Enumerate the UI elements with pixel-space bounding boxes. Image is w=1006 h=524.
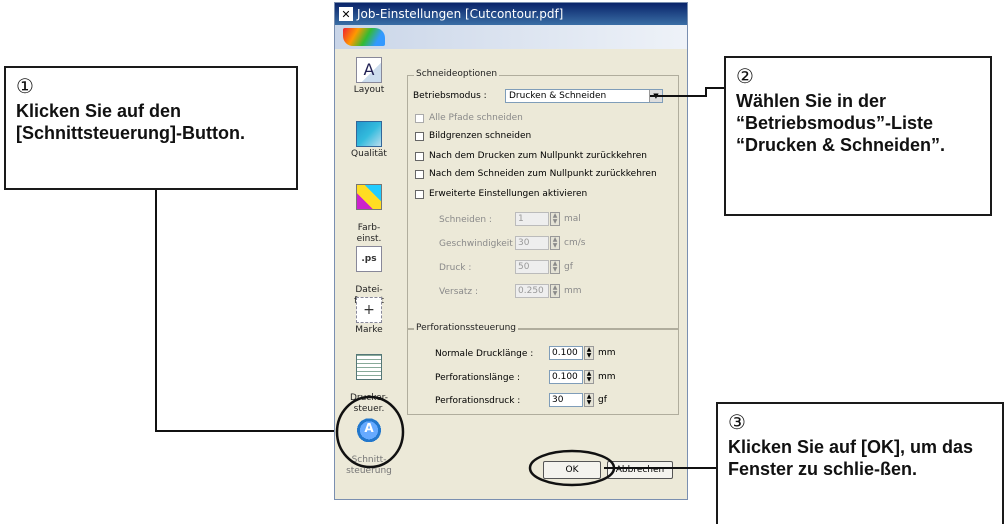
- unit-label: gf: [564, 262, 573, 272]
- stepper-value[interactable]: 0.250: [515, 284, 549, 298]
- sidebar: A Layout Qualität Farb- einst. .ps Datei…: [335, 49, 401, 499]
- checkbox[interactable]: [415, 189, 424, 199]
- job-settings-window: ✕ Job-Einstellungen [Cutcontour.pdf] A L…: [334, 2, 688, 500]
- checkbox-label: Erweiterte Einstellungen aktivieren: [429, 189, 588, 199]
- unit-label: gf: [598, 395, 607, 405]
- checkbox[interactable]: [415, 113, 424, 123]
- printer-control-icon: [356, 354, 382, 380]
- sidebar-item-label: Marke: [355, 325, 383, 335]
- stepper-arrows-icon[interactable]: ▲ ▼: [584, 370, 594, 384]
- callout-1-number: ①: [16, 76, 34, 98]
- stepper-arrows-icon[interactable]: ▲ ▼: [550, 212, 560, 226]
- sidebar-item-label: Layout: [353, 85, 385, 95]
- checkbox-row[interactable]: Nach dem Schneiden zum Nullpunkt zurückk…: [415, 169, 657, 179]
- checkbox[interactable]: [415, 169, 424, 179]
- callout-1: ① Klicken Sie auf den [Schnittsteuerung]…: [4, 66, 298, 190]
- callout-2: ② Wählen Sie in der “Betriebsmodus”-List…: [724, 56, 992, 216]
- stepper-value[interactable]: 1: [515, 212, 549, 226]
- cut-options-title: Schneideoptionen: [414, 69, 500, 79]
- stepper-arrows-icon[interactable]: ▲ ▼: [550, 260, 560, 274]
- stepper-arrows-icon[interactable]: ▲ ▼: [584, 393, 594, 407]
- callout-3: ③ Klicken Sie auf [OK], um das Fenster z…: [716, 402, 1004, 524]
- pressure-stepper[interactable]: 50 ▲ ▼ gf: [515, 260, 573, 274]
- field-label: Druck :: [439, 263, 472, 273]
- checkbox-label: Bildgrenzen schneiden: [429, 131, 532, 141]
- checkbox-row[interactable]: Alle Pfade schneiden: [415, 113, 523, 123]
- field-label: Perforationsdruck :: [435, 396, 521, 406]
- stepper-value[interactable]: 0.100: [549, 346, 583, 360]
- field-label: Schneiden :: [439, 215, 492, 225]
- field-label: Normale Drucklänge :: [435, 349, 534, 359]
- banner: [335, 25, 687, 49]
- unit-label: mm: [598, 348, 616, 358]
- callout-2-number: ②: [736, 66, 754, 88]
- ok-button[interactable]: OK: [543, 461, 601, 479]
- speed-stepper[interactable]: 30 ▲ ▼ cm/s: [515, 236, 585, 250]
- callout-1-connector: [155, 190, 334, 432]
- layout-icon: A: [356, 57, 382, 83]
- sidebar-item-marke[interactable]: + Marke: [341, 297, 397, 336]
- offset-stepper[interactable]: 0.250 ▲ ▼ mm: [515, 284, 582, 298]
- callout-3-number: ③: [728, 412, 746, 434]
- cancel-button[interactable]: Abbrechen: [607, 461, 673, 479]
- cut-count-stepper[interactable]: 1 ▲ ▼ mal: [515, 212, 581, 226]
- mode-select[interactable]: Drucken & Schneiden ▼: [505, 89, 663, 103]
- sidebar-item-qualitaet[interactable]: Qualität: [341, 121, 397, 160]
- stepper-arrows-icon[interactable]: ▲ ▼: [584, 346, 594, 360]
- field-label: Geschwindigkeit :: [439, 239, 519, 249]
- chevron-down-icon[interactable]: ▼: [649, 90, 662, 102]
- checkbox[interactable]: [415, 151, 424, 161]
- checkbox-row[interactable]: Erweiterte Einstellungen aktivieren: [415, 189, 587, 199]
- stepper-arrows-icon[interactable]: ▲ ▼: [550, 236, 560, 250]
- checkbox-label: Alle Pfade schneiden: [429, 113, 523, 123]
- unit-label: mal: [564, 214, 581, 224]
- perforation-length-stepper[interactable]: 0.100 ▲ ▼ mm: [549, 370, 616, 384]
- sidebar-item-label: Qualität: [351, 149, 387, 159]
- callout-3-text: Klicken Sie auf [OK], um das Fenster zu …: [728, 437, 974, 479]
- mode-select-value: Drucken & Schneiden: [509, 91, 607, 101]
- color-settings-icon: [356, 184, 382, 210]
- field-label: Versatz :: [439, 287, 479, 297]
- cut-control-icon: A: [356, 416, 382, 442]
- unit-label: mm: [564, 286, 582, 296]
- mode-label: Betriebsmodus :: [413, 91, 487, 101]
- stepper-value[interactable]: 0.100: [549, 370, 583, 384]
- sidebar-item-label: Schnitt- steuerung: [346, 455, 392, 476]
- mark-icon: +: [356, 297, 382, 323]
- print-length-stepper[interactable]: 0.100 ▲ ▼ mm: [549, 346, 616, 360]
- unit-label: mm: [598, 372, 616, 382]
- stepper-value[interactable]: 50: [515, 260, 549, 274]
- perforation-title: Perforationssteuerung: [414, 323, 518, 333]
- stepper-value[interactable]: 30: [515, 236, 549, 250]
- quality-icon: [356, 121, 382, 147]
- callout-2-text: Wählen Sie in der “Betriebsmodus”-Liste …: [736, 91, 946, 155]
- callout-1-text: Klicken Sie auf den [Schnittsteuerung]-B…: [16, 101, 245, 143]
- brand-logo: [343, 28, 385, 46]
- sidebar-item-schnittsteuerung[interactable]: A Schnitt- steuerung: [341, 405, 397, 477]
- app-icon: ✕: [339, 7, 353, 21]
- stepper-value[interactable]: 30: [549, 393, 583, 407]
- window-title: Job-Einstellungen [Cutcontour.pdf]: [357, 7, 564, 21]
- title-bar[interactable]: ✕ Job-Einstellungen [Cutcontour.pdf]: [335, 3, 687, 25]
- checkbox-label: Nach dem Drucken zum Nullpunkt zurückkeh…: [429, 151, 647, 161]
- file-format-icon: .ps: [356, 246, 382, 272]
- stepper-arrows-icon[interactable]: ▲ ▼: [550, 284, 560, 298]
- checkbox-row[interactable]: Nach dem Drucken zum Nullpunkt zurückkeh…: [415, 151, 647, 161]
- checkbox-row[interactable]: Bildgrenzen schneiden: [415, 131, 531, 141]
- perforation-pressure-stepper[interactable]: 30 ▲ ▼ gf: [549, 393, 607, 407]
- sidebar-item-layout[interactable]: A Layout: [341, 57, 397, 96]
- checkbox-label: Nach dem Schneiden zum Nullpunkt zurückk…: [429, 169, 657, 179]
- checkbox[interactable]: [415, 131, 424, 141]
- unit-label: cm/s: [564, 238, 586, 248]
- field-label: Perforationslänge :: [435, 373, 521, 383]
